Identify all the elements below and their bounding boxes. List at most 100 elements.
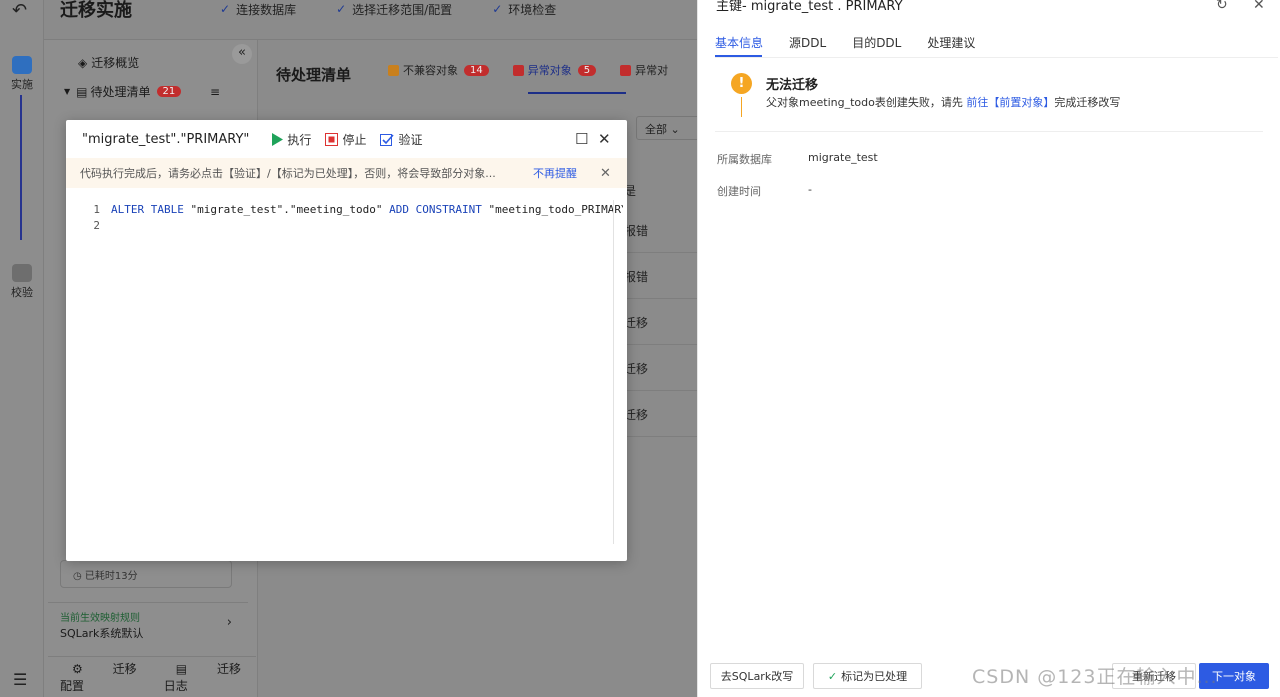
code-keyword: ADD CONSTRAINT	[389, 203, 482, 216]
verify-button[interactable]: 验证	[380, 131, 422, 148]
page-title: 迁移实施	[60, 0, 132, 21]
stop-icon	[325, 132, 339, 146]
field-label-database: 所属数据库	[717, 153, 772, 166]
tab-basic-info[interactable]: 基本信息	[715, 34, 763, 51]
warning-description: 父对象meeting_todo表创建失败，请先 前往【前置对象】完成迁移改写	[766, 94, 1120, 110]
maximize-icon[interactable]: ☐	[575, 130, 588, 148]
row-divider	[624, 252, 700, 253]
refresh-icon[interactable]: ↻	[1216, 0, 1228, 13]
drawer-tabs: 基本信息 源DDL 目的DDL 处理建议	[715, 34, 1001, 51]
rail-item-verify[interactable]: 校验	[0, 264, 44, 300]
prerequisite-object-link[interactable]: 前往【前置对象】	[963, 96, 1054, 109]
run-button[interactable]: 执行	[271, 131, 311, 148]
list-icon: ▤	[76, 84, 88, 99]
play-icon	[272, 132, 284, 146]
sql-editor-dialog: "migrate_test"."PRIMARY" 执行 停止 验证 ☐ ✕ 代码…	[66, 120, 627, 561]
menu-icon[interactable]: ☰	[13, 670, 27, 689]
warning-line	[741, 97, 742, 117]
rewrite-sqlark-button[interactable]: 去SQLark改写	[710, 663, 804, 689]
pending-count-badge: 21	[156, 86, 182, 97]
tab-label: 异常对	[635, 64, 669, 77]
rail-item-label: 实施	[11, 78, 33, 91]
close-reminder-icon[interactable]: ✕	[600, 166, 611, 181]
nav-pending[interactable]: ▼ ▤ 待处理清单 21 ≡	[64, 83, 220, 100]
chevron-down-icon: ⌄	[670, 123, 680, 136]
tab-count: 14	[464, 64, 489, 76]
tab-error-more[interactable]: 异常对	[620, 62, 668, 78]
row-divider	[624, 390, 700, 391]
line-number: 1	[93, 203, 100, 216]
step-item[interactable]: ✓ 连接数据库	[220, 0, 296, 18]
bottom-bar: ⚙ 迁移配置 ▤ 迁移日志	[48, 656, 256, 697]
warning-text-tail: 完成迁移改写	[1054, 96, 1121, 109]
field-value-database: migrate_test	[808, 151, 878, 164]
check-icon: ✓	[336, 2, 347, 16]
mapping-rule[interactable]: 当前生效映射规则 SQLark系统默认 ›	[48, 602, 248, 646]
dont-remind-link[interactable]: 不再提醒	[533, 165, 577, 181]
tab-label: 异常对象	[527, 64, 572, 77]
database-icon	[12, 56, 32, 74]
layers-icon: ◈	[78, 55, 88, 70]
tab-error-objects[interactable]: 异常对象 5	[512, 62, 597, 78]
code-editor[interactable]: 1 2 ALTER TABLE "migrate_test"."meeting_…	[66, 200, 627, 545]
step-item[interactable]: ✓ 环境检查	[492, 0, 556, 18]
main-heading: 待处理清单	[276, 66, 352, 84]
tab-suggestion[interactable]: 处理建议	[927, 34, 975, 51]
row-divider	[624, 436, 700, 437]
tab-incompatible[interactable]: 不兼容对象 14	[388, 62, 489, 78]
object-tabs: 不兼容对象 14 异常对象 5 异常对	[388, 62, 692, 78]
dialog-header: "migrate_test"."PRIMARY" 执行 停止 验证 ☐ ✕	[66, 120, 627, 158]
sort-icon[interactable]: ≡	[210, 85, 220, 99]
row-divider	[624, 298, 700, 299]
migrate-log-button[interactable]: ▤ 迁移日志	[164, 660, 242, 694]
line-number: 2	[93, 219, 100, 232]
field-label-created: 创建时间	[717, 185, 761, 198]
warning-text: 父对象meeting_todo表创建失败，请先	[766, 96, 963, 109]
close-drawer-icon[interactable]: ✕	[1253, 0, 1265, 13]
rail-progress-line	[20, 95, 22, 240]
nav-overview[interactable]: ◈ 迁移概览	[78, 54, 139, 71]
drawer-title: 主键- migrate_test . PRIMARY	[716, 0, 903, 14]
back-arrow-icon[interactable]: ↶	[12, 0, 27, 21]
tab-target-ddl[interactable]: 目的DDL	[852, 34, 901, 51]
status-filter[interactable]: 全部 ⌄	[636, 116, 700, 140]
close-icon[interactable]: ✕	[598, 130, 611, 148]
rail-item-implement[interactable]: 实施	[0, 56, 44, 92]
tab-divider	[715, 57, 1278, 58]
field-value-created: -	[808, 183, 812, 196]
caret-down-icon: ▼	[64, 87, 71, 96]
step-label: 连接数据库	[236, 2, 297, 17]
sliders-icon: ⚙	[72, 662, 87, 676]
step-item[interactable]: ✓ 选择迁移范围/配置	[336, 0, 452, 18]
code-identifier: "migrate_test"."meeting_todo"	[183, 203, 390, 216]
collapse-icon[interactable]: «	[232, 44, 252, 64]
mark-handled-button[interactable]: ✓ 标记为已处理	[813, 663, 922, 689]
row-status: 迁移	[624, 316, 649, 330]
top-bar: 迁移实施 ✓ 连接数据库 ✓ 选择迁移范围/配置 ✓ 环境检查	[44, 0, 700, 40]
row-status: 报错	[624, 224, 649, 238]
check-icon: ✓	[220, 2, 231, 16]
button-label: 下一对象	[1212, 670, 1256, 683]
verify-icon	[380, 133, 395, 146]
nav-overview-label: 迁移概览	[91, 56, 140, 70]
rule-title: 当前生效映射规则	[60, 613, 140, 624]
tab-label: 不兼容对象	[403, 64, 458, 77]
row-status: 迁移	[624, 408, 649, 422]
check-db-icon	[12, 264, 32, 282]
migrate-config-button[interactable]: ⚙ 迁移配置	[60, 660, 138, 694]
stop-label: 停止	[342, 132, 367, 147]
editor-scrollbar[interactable]	[613, 200, 614, 544]
nav-pending-label: 待处理清单	[90, 85, 151, 99]
button-label: 去SQLark改写	[720, 670, 794, 683]
tab-source-ddl[interactable]: 源DDL	[789, 34, 826, 51]
verify-label: 验证	[398, 132, 423, 147]
run-label: 执行	[287, 132, 312, 147]
error-icon	[512, 64, 524, 76]
left-rail: ↶ 实施 校验 ☰	[0, 0, 44, 697]
active-tab-indicator	[715, 55, 762, 57]
warning-title: 无法迁移	[766, 78, 819, 93]
log-icon: ▤	[175, 662, 191, 676]
stop-button[interactable]: 停止	[325, 131, 366, 148]
code-identifier: "meeting_todo_PRIMARY"	[488, 203, 624, 216]
reminder-text: 代码执行完成后，请务必点击【验证】/【标记为已处理】，否则，将会导致部分对象..…	[80, 167, 496, 180]
